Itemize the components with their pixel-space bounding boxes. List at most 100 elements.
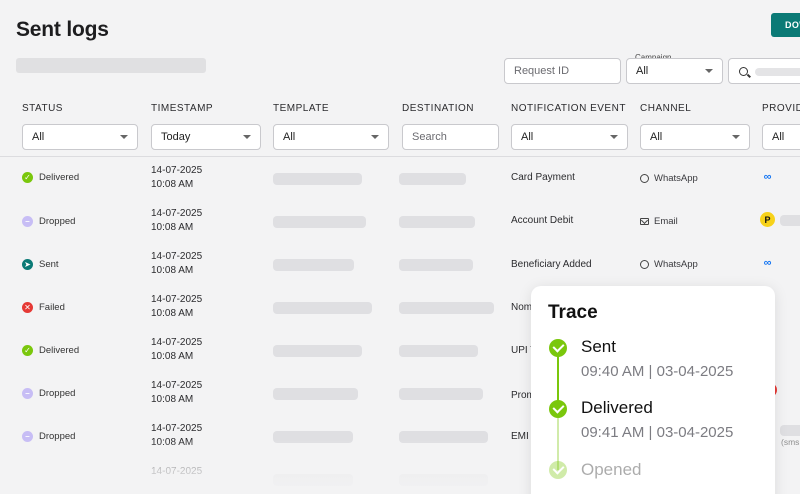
provider-filter[interactable]: All [762,124,800,150]
event-cell: Nom [511,302,533,313]
timestamp-cell: 14-07-2025 [151,465,202,479]
dropped-icon: – [22,216,33,227]
col-header-timestamp: TIMESTAMP [151,103,214,114]
mail-icon [640,218,649,225]
trace-step-label: Sent [581,337,616,356]
status-text: Dropped [39,431,76,442]
dropped-icon: – [22,431,33,442]
timestamp-filter-value: Today [161,131,191,143]
channel-text: Email [654,216,678,227]
trace-card: Trace Sent 09:40 AM | 03-04-2025 Deliver… [531,286,775,494]
check-circle-icon [549,461,567,479]
status-text: Dropped [39,388,76,399]
event-filter[interactable]: All [511,124,628,150]
channel-filter[interactable]: All [640,124,750,150]
provider-partial-text: (sms [781,437,800,447]
p-icon: P [760,212,775,227]
destination-search[interactable]: Search [402,124,499,150]
chevron-down-icon [243,135,251,139]
status-text: Delivered [39,345,80,356]
destination-skeleton [399,173,466,185]
provider-filter-value: All [772,131,785,143]
status-text: Delivered [39,172,80,183]
status-cell: – Dropped [22,431,75,442]
destination-skeleton [399,302,494,314]
chevron-down-icon [610,135,618,139]
dropped-icon: – [22,388,33,399]
table-row[interactable]: – Dropped 14-07-2025 10:08 AM Account Debi… [0,200,800,243]
timestamp-cell: 14-07-2025 10:08 AM [151,207,202,235]
channel-text: WhatsApp [654,259,698,270]
download-button[interactable]: DOWNLOAD [771,13,800,37]
table-row[interactable]: ➤ Sent 14-07-2025 10:08 AM Beneficiary Add… [0,243,800,286]
chevron-down-icon [120,135,128,139]
destination-search-placeholder: Search [412,131,447,143]
template-skeleton [273,302,372,314]
status-filter[interactable]: All [22,124,138,150]
subtitle-skeleton [16,58,206,73]
whatsapp-icon [640,260,649,269]
timestamp-date: 14-07-2025 [151,165,203,176]
template-skeleton [273,345,362,357]
failed-icon: ✕ [22,302,33,313]
provider-skeleton [780,215,800,226]
template-skeleton [273,474,353,486]
col-header-destination: DESTINATION [402,103,474,114]
col-header-template: TEMPLATE [273,103,330,114]
check-circle-icon [549,400,567,418]
timestamp-cell: 14-07-2025 10:08 AM [151,250,202,278]
timestamp-date: 14-07-2025 [151,208,203,219]
timestamp-time: 10:08 AM [151,351,194,362]
whatsapp-icon [640,174,649,183]
campaign-select[interactable]: All [626,58,723,84]
timestamp-date: 14-07-2025 [151,423,203,434]
template-filter[interactable]: All [273,124,389,150]
timestamp-filter[interactable]: Today [151,124,261,150]
chevron-down-icon [371,135,379,139]
channel-text: WhatsApp [654,173,698,184]
status-cell: ➤ Sent [22,259,59,270]
timestamp-time: 10:08 AM [151,265,194,276]
destination-skeleton [399,431,488,443]
col-header-channel: CHANNEL [640,103,692,114]
campaign-value: All [636,65,649,77]
template-skeleton [273,388,358,400]
page-title: Sent logs [16,18,109,41]
chevron-down-icon [732,135,740,139]
destination-skeleton [399,388,483,400]
trace-step-time: 09:40 AM | 03-04-2025 [581,363,734,380]
timestamp-date: 14-07-2025 [151,380,203,391]
col-header-status: STATUS [22,103,63,114]
template-skeleton [273,216,366,228]
status-filter-value: All [32,131,45,143]
destination-skeleton [399,345,478,357]
request-id-input[interactable]: Request ID [504,58,621,84]
check-circle-icon [549,339,567,357]
global-search-input[interactable] [728,58,800,84]
channel-filter-value: All [650,131,663,143]
trace-title: Trace [548,302,598,323]
timestamp-time: 10:08 AM [151,437,194,448]
send-icon: ➤ [22,259,33,270]
timestamp-date: 14-07-2025 [151,466,203,477]
search-skeleton [755,68,800,76]
check-circle-icon: ✓ [22,172,33,183]
provider-skeleton [780,425,800,436]
table-row[interactable]: ✓ Delivered 14-07-2025 10:08 AM Card Payme… [0,157,800,200]
status-text: Dropped [39,216,76,227]
col-header-provider: PROVIDER [762,103,800,114]
status-cell: – Dropped [22,388,75,399]
template-skeleton [273,173,362,185]
meta-icon: ∞ [763,256,772,269]
status-cell: ✓ Delivered [22,172,79,183]
destination-skeleton [399,259,473,271]
trace-step-label: Opened [581,460,642,479]
timestamp-cell: 14-07-2025 10:08 AM [151,164,202,192]
trace-step-label: Delivered [581,398,653,417]
channel-cell: WhatsApp [640,259,698,270]
status-cell: – Dropped [22,216,75,227]
chevron-down-icon [705,69,713,73]
event-cell: Account Debit [511,215,574,226]
destination-skeleton [399,216,475,228]
channel-cell: Email [640,216,678,227]
